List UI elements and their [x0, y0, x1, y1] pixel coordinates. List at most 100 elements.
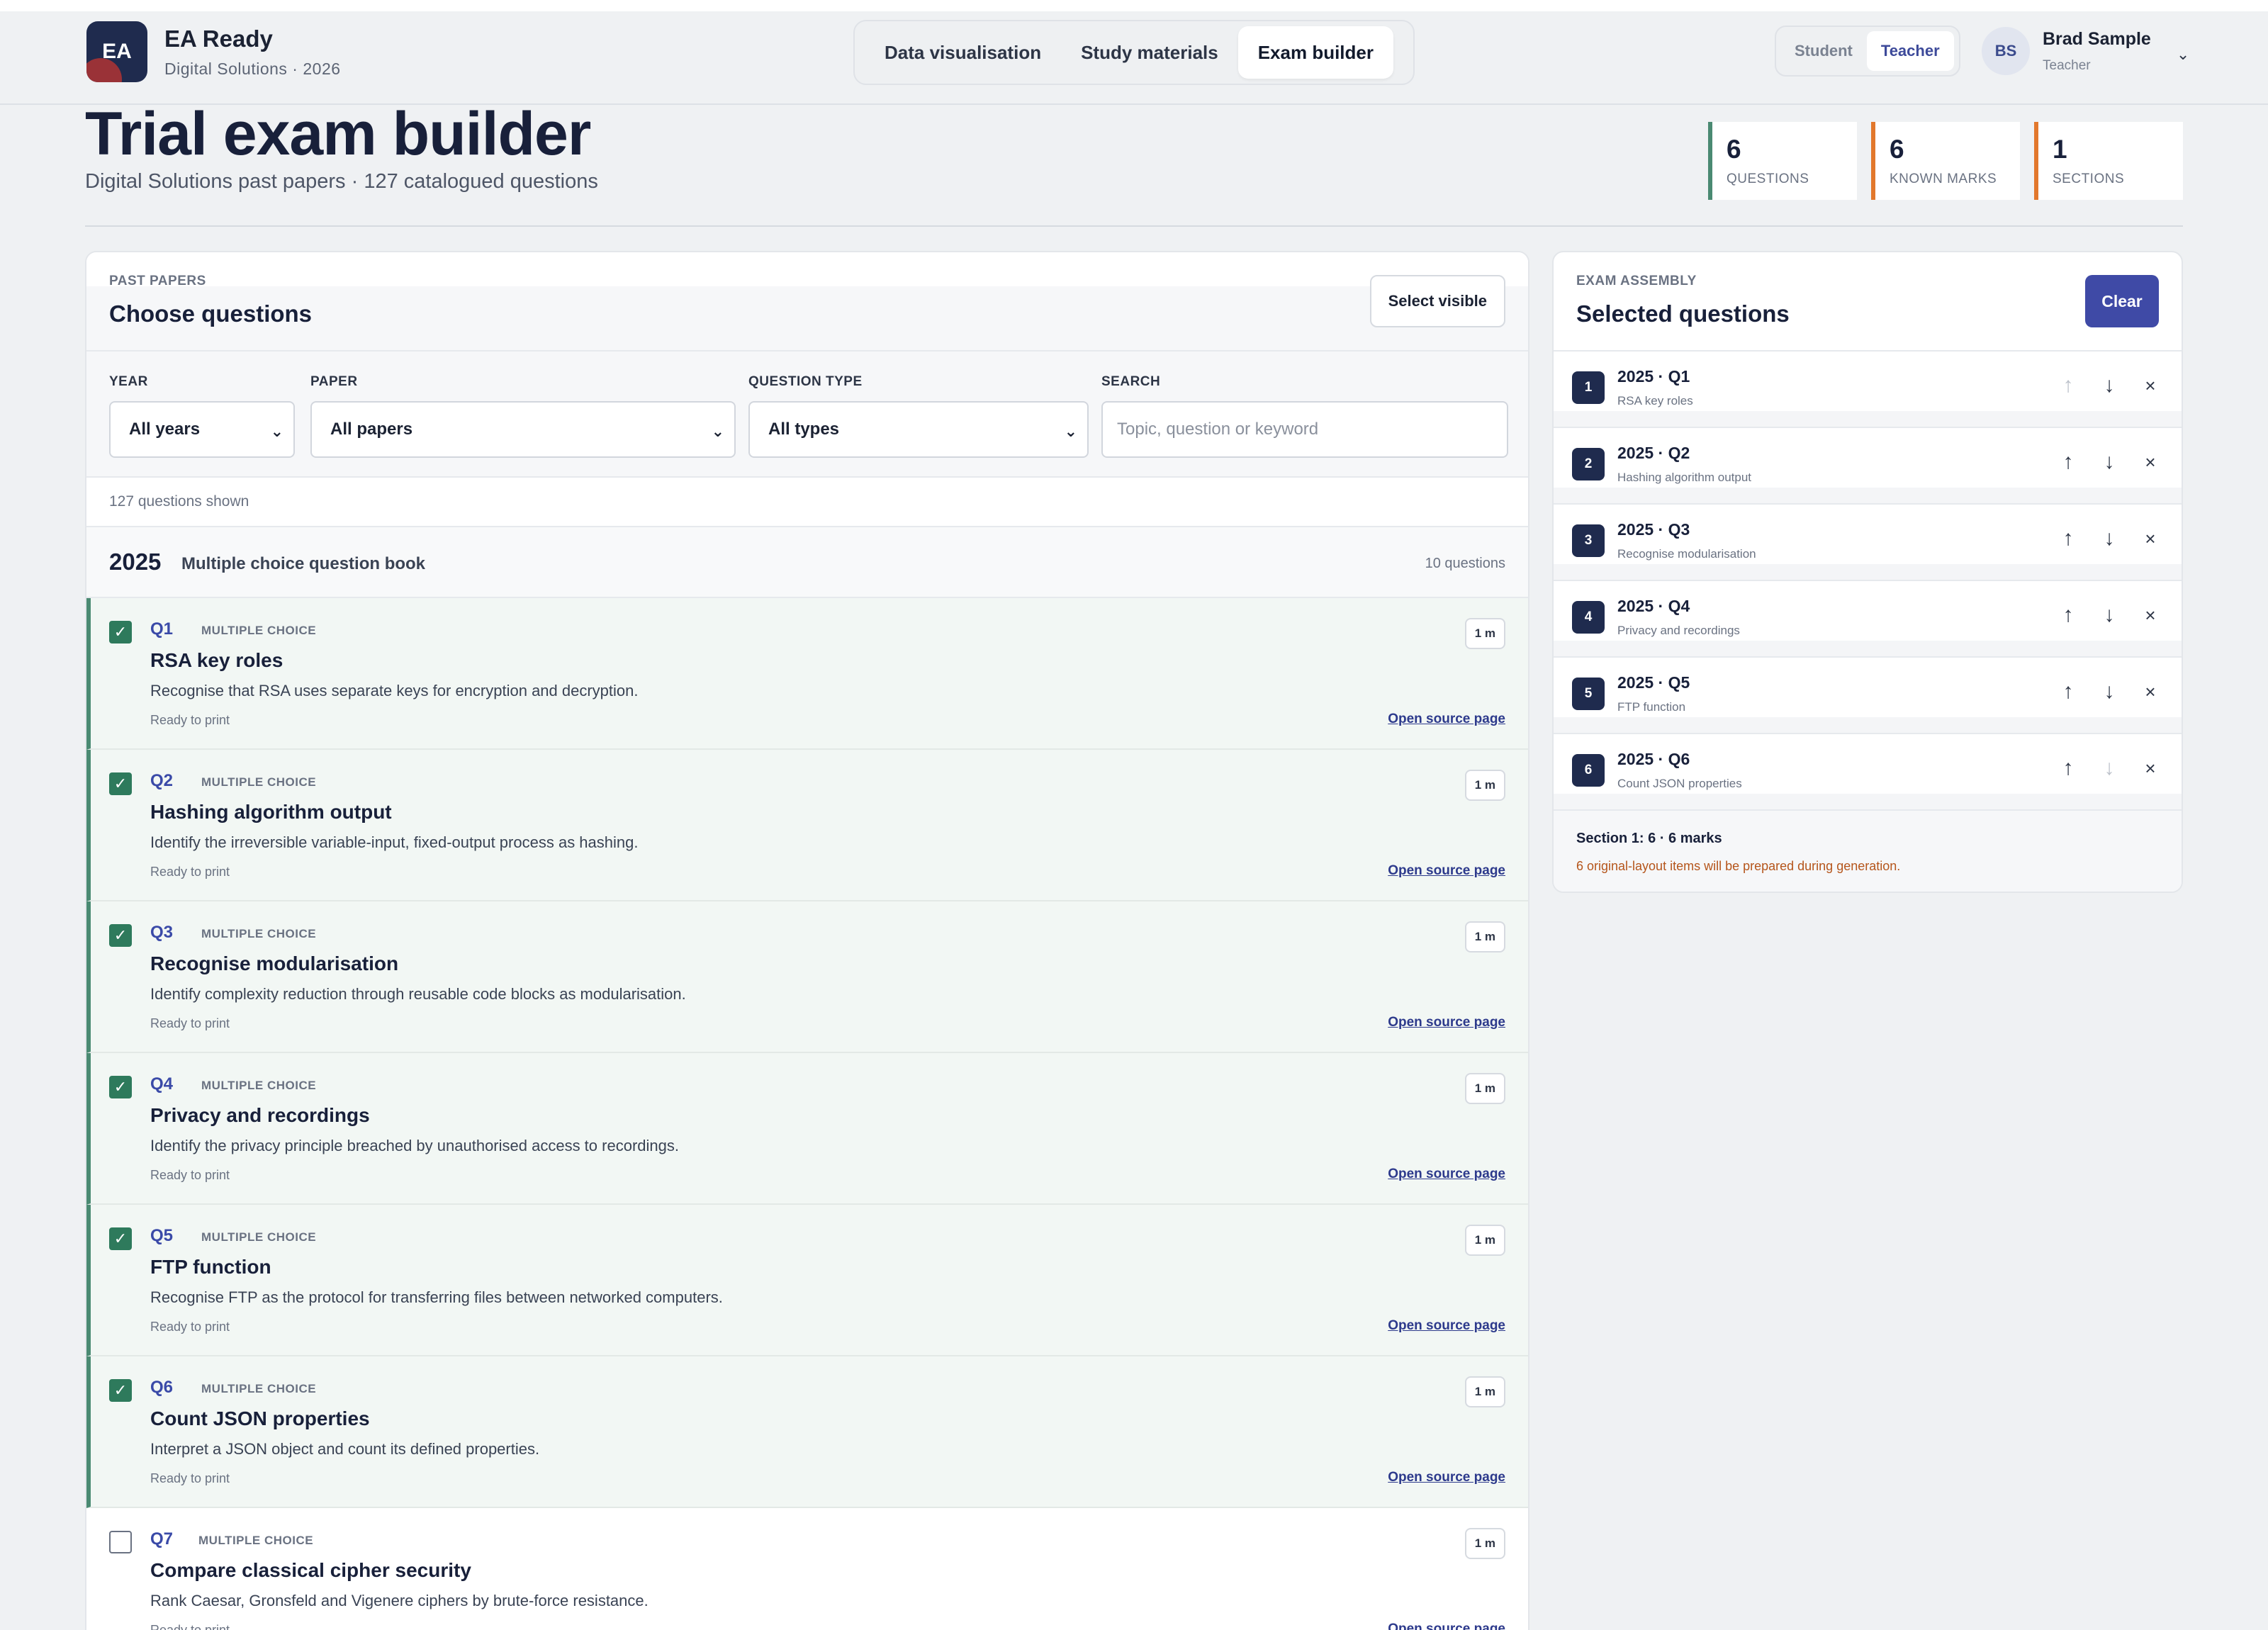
checkbox-checked[interactable]: ✓: [109, 924, 132, 947]
arrow-down-icon[interactable]: ↓: [2098, 680, 2121, 703]
question-type: MULTIPLE CHOICE: [201, 775, 317, 789]
question-status: Ready to print: [150, 1623, 230, 1630]
remove-icon[interactable]: ×: [2139, 604, 2162, 626]
role-student-option[interactable]: Student: [1780, 31, 1867, 71]
role-teacher-option[interactable]: Teacher: [1866, 31, 1954, 71]
check-icon: ✓: [113, 1381, 128, 1399]
open-source-page-link[interactable]: Open source page: [1388, 1015, 1505, 1030]
question-row[interactable]: ✓ Q6 MULTIPLE CHOICE 1 m Count JSON prop…: [86, 1356, 1528, 1508]
question-row[interactable]: ✓ Q1 MULTIPLE CHOICE 1 m RSA key roles R…: [86, 598, 1528, 750]
search-input[interactable]: [1101, 401, 1508, 458]
open-source-page-link[interactable]: Open source page: [1388, 1621, 1505, 1630]
open-source-page-link[interactable]: Open source page: [1388, 1167, 1505, 1182]
remove-icon[interactable]: ×: [2139, 451, 2162, 473]
open-source-page-link[interactable]: Open source page: [1388, 1470, 1505, 1485]
checkbox-checked[interactable]: ✓: [109, 772, 132, 795]
group-year: 2025: [109, 549, 162, 575]
results-count: 127 questions shown: [86, 478, 1528, 527]
order-badge: 5: [1572, 678, 1605, 710]
user-menu[interactable]: BS Brad Sample Teacher ⌄: [1982, 27, 2189, 75]
arrow-up-icon[interactable]: ↑: [2057, 756, 2079, 780]
tab-study-materials[interactable]: Study materials: [1061, 26, 1238, 79]
checkbox-checked[interactable]: ✓: [109, 1076, 132, 1098]
question-status: Ready to print: [150, 713, 230, 727]
chevron-down-icon: ⌄: [711, 422, 724, 440]
group-name: Multiple choice question book: [181, 554, 426, 573]
selected-subtitle: Recognise modularisation: [1617, 547, 1756, 561]
selected-subtitle: FTP function: [1617, 700, 1686, 714]
selected-subtitle: RSA key roles: [1617, 394, 1693, 408]
question-description: Recognise FTP as the protocol for transf…: [150, 1288, 723, 1306]
open-source-page-link[interactable]: Open source page: [1388, 712, 1505, 727]
remove-icon[interactable]: ×: [2139, 374, 2162, 397]
year-filter: YEAR All years ⌄: [109, 374, 295, 458]
question-row[interactable]: ✓ Q5 MULTIPLE CHOICE 1 m FTP function Re…: [86, 1205, 1528, 1356]
choose-questions-panel: PAST PAPERS Choose questions Select visi…: [85, 251, 1529, 1630]
open-source-page-link[interactable]: Open source page: [1388, 1318, 1505, 1334]
user-info: Brad Sample Teacher: [2043, 29, 2151, 74]
question-title: Hashing algorithm output: [150, 801, 392, 823]
checkbox-checked[interactable]: ✓: [109, 1379, 132, 1402]
selected-subtitle: Hashing algorithm output: [1617, 471, 1752, 484]
arrow-up-icon[interactable]: ↑: [2057, 527, 2079, 550]
arrow-down-icon[interactable]: ↓: [2098, 603, 2121, 626]
question-row[interactable]: ✓ Q2 MULTIPLE CHOICE 1 m Hashing algorit…: [86, 750, 1528, 901]
filters-bar: YEAR All years ⌄ PAPER All papers ⌄ QUES…: [86, 352, 1528, 478]
arrow-down-icon[interactable]: ↓: [2098, 527, 2121, 550]
paper-select[interactable]: All papers ⌄: [310, 401, 736, 458]
open-source-page-link[interactable]: Open source page: [1388, 863, 1505, 879]
arrow-up-icon: ↑: [2062, 373, 2074, 397]
page-subtitle: Digital Solutions past papers · 127 cata…: [85, 170, 598, 193]
question-number: Q4: [150, 1074, 174, 1094]
question-type: MULTIPLE CHOICE: [201, 1382, 317, 1395]
panel-title: Choose questions: [109, 300, 313, 327]
row-actions: ↑ ↓ ×: [2057, 603, 2162, 626]
clear-button[interactable]: Clear: [2085, 275, 2159, 327]
question-status: Ready to print: [150, 1168, 230, 1182]
marks-badge: 1 m: [1464, 921, 1505, 952]
question-row[interactable]: ✓ Q4 MULTIPLE CHOICE 1 m Privacy and rec…: [86, 1053, 1528, 1205]
select-visible-button[interactable]: Select visible: [1369, 275, 1505, 327]
panel-header: EXAM ASSEMBLY Selected questions Clear: [1554, 252, 2182, 352]
checkbox[interactable]: [109, 1531, 132, 1553]
brand[interactable]: EA EA Ready Digital Solutions · 2026: [86, 21, 341, 82]
chevron-down-icon[interactable]: ⌄: [2177, 45, 2189, 64]
arrow-up-icon[interactable]: ↑: [2057, 680, 2079, 703]
selected-title: 2025 · Q2: [1617, 444, 1690, 462]
remove-icon[interactable]: ×: [2139, 527, 2162, 550]
check-icon: ✓: [113, 1230, 128, 1247]
checkbox-checked[interactable]: ✓: [109, 621, 132, 643]
paper-label: PAPER: [310, 374, 358, 389]
row-actions: ↑ ↓ ×: [2057, 450, 2162, 473]
remove-icon[interactable]: ×: [2139, 680, 2162, 703]
question-description: Rank Caesar, Gronsfeld and Vigenere ciph…: [150, 1592, 649, 1609]
selected-list: 1 2025 · Q1 RSA key roles ↑ ↓ × 2 2025 ·…: [1554, 352, 2182, 811]
avatar: BS: [1982, 27, 2030, 75]
remove-icon[interactable]: ×: [2139, 757, 2162, 780]
year-select[interactable]: All years ⌄: [109, 401, 295, 458]
arrow-up-icon[interactable]: ↑: [2057, 603, 2079, 626]
stat-label: SECTIONS: [2053, 172, 2125, 186]
question-row[interactable]: Q7 MULTIPLE CHOICE 1 m Compare classical…: [86, 1508, 1528, 1630]
question-status: Ready to print: [150, 1320, 230, 1334]
order-badge: 2: [1572, 448, 1605, 480]
tab-exam-builder[interactable]: Exam builder: [1237, 26, 1393, 79]
divider: [85, 225, 2183, 227]
question-description: Recognise that RSA uses separate keys fo…: [150, 682, 639, 699]
arrow-down-icon[interactable]: ↓: [2098, 373, 2121, 397]
question-type-value: All types: [768, 420, 840, 439]
question-row[interactable]: ✓ Q3 MULTIPLE CHOICE 1 m Recognise modul…: [86, 901, 1528, 1053]
arrow-down-icon: ↓: [2104, 756, 2115, 780]
exam-assembly-panel: EXAM ASSEMBLY Selected questions Clear 1…: [1552, 251, 2183, 893]
tab-data-visualisation[interactable]: Data visualisation: [865, 26, 1061, 79]
checkbox-checked[interactable]: ✓: [109, 1227, 132, 1250]
logo-text: EA: [102, 40, 132, 63]
arrow-down-icon[interactable]: ↓: [2098, 450, 2121, 473]
question-title: Compare classical cipher security: [150, 1559, 471, 1581]
arrow-up-icon[interactable]: ↑: [2057, 450, 2079, 473]
panel-eyebrow: PAST PAPERS: [109, 274, 206, 288]
selected-title: 2025 · Q1: [1617, 367, 1690, 386]
marks-badge: 1 m: [1464, 618, 1505, 649]
question-type-select[interactable]: All types ⌄: [748, 401, 1089, 458]
search-filter: SEARCH: [1101, 374, 1508, 458]
